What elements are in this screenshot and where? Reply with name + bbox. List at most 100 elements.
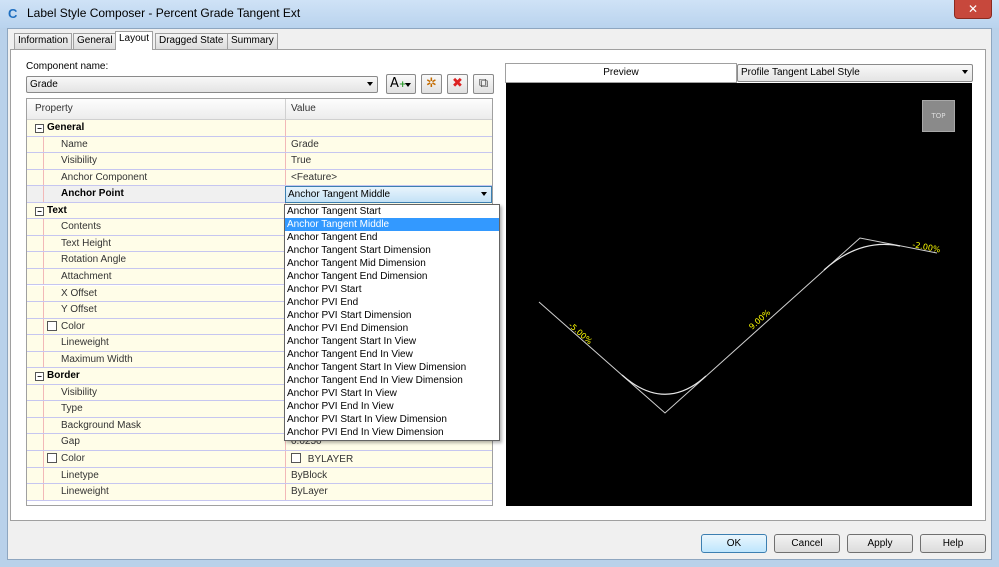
add-component-icon: A: [390, 76, 399, 91]
property-row[interactable]: Lineweight ByLayer: [27, 484, 492, 501]
chevron-down-icon: [962, 70, 968, 74]
property-name: Linetype: [61, 469, 99, 481]
anchor-point-option[interactable]: Anchor PVI Start In View: [285, 387, 499, 400]
category-label: − General: [35, 122, 84, 133]
property-value[interactable]: BYLAYER: [291, 453, 353, 465]
property-value[interactable]: ByBlock: [291, 470, 327, 481]
collapse-icon[interactable]: −: [35, 206, 44, 216]
anchor-point-option[interactable]: Anchor Tangent Middle: [285, 218, 499, 231]
property-row[interactable]: Name Grade: [27, 136, 492, 154]
anchor-point-option[interactable]: Anchor PVI End: [285, 296, 499, 309]
property-value-text: ByBlock: [291, 469, 328, 481]
chevron-down-icon: [481, 192, 487, 196]
anchor-point-option[interactable]: Anchor Tangent Start: [285, 205, 499, 218]
property-name: Visibility: [61, 155, 97, 167]
collapse-icon[interactable]: −: [35, 124, 44, 133]
preview-label: Preview: [505, 63, 737, 83]
chevron-down-icon: [367, 82, 373, 86]
property-name: Contents: [61, 221, 102, 233]
property-name: Gap: [61, 436, 80, 448]
anchor-point-option[interactable]: Anchor PVI End In View Dimension: [285, 426, 499, 439]
property-name: Lineweight: [61, 486, 109, 498]
tab-dragged-state[interactable]: Dragged State: [155, 33, 228, 49]
crest-vertical-curve: [823, 243, 901, 271]
tab-summary[interactable]: Summary: [227, 33, 278, 49]
chevron-down-icon: [405, 83, 411, 87]
view-cube-top-button[interactable]: TOP: [922, 100, 955, 132]
property-row[interactable]: Anchor Component <Feature>: [27, 169, 492, 187]
property-row[interactable]: Linetype ByBlock: [27, 467, 492, 485]
delete-icon: ✖: [452, 76, 463, 91]
add-component-button[interactable]: A+: [386, 74, 416, 94]
window-title: Label Style Composer - Percent Grade Tan…: [27, 6, 301, 20]
property-name: Rotation Angle: [61, 254, 127, 266]
property-value-text: Grade: [291, 138, 319, 150]
anchor-point-dropdown-list: Anchor Tangent Start Anchor Tangent Middl…: [284, 204, 500, 441]
tab-information[interactable]: Information: [14, 33, 73, 49]
copy-component-button[interactable]: ✲: [421, 74, 442, 94]
property-value-text: ByLayer: [291, 486, 328, 498]
anchor-point-option[interactable]: Anchor Tangent Start In View: [285, 335, 499, 348]
tangent-lines: [538, 237, 938, 414]
anchor-point-option[interactable]: Anchor Tangent Start In View Dimension: [285, 361, 499, 374]
cancel-button[interactable]: Cancel: [774, 534, 840, 553]
anchor-point-option[interactable]: Anchor Tangent Start Dimension: [285, 244, 499, 257]
color-swatch: [47, 453, 61, 465]
property-row[interactable]: Visibility True: [27, 153, 492, 170]
tab-general[interactable]: General: [73, 33, 117, 49]
property-name: Anchor Component: [61, 171, 148, 183]
grid-header: Property Value: [27, 99, 492, 120]
property-name: Background Mask: [61, 419, 142, 431]
preview-style-value: Profile Tangent Label Style: [741, 67, 860, 78]
anchor-point-option[interactable]: Anchor Tangent End: [285, 231, 499, 244]
category-row[interactable]: − General: [27, 120, 492, 137]
property-name: Lineweight: [61, 337, 109, 349]
category-label: − Border: [35, 370, 80, 382]
anchor-point-option[interactable]: Anchor Tangent Mid Dimension: [285, 257, 499, 270]
preview-style-select[interactable]: Profile Tangent Label Style: [737, 64, 973, 82]
property-name: Y Offset: [61, 304, 97, 316]
grade-label-3: -2.00%: [912, 240, 942, 254]
help-button[interactable]: Help: [920, 534, 986, 553]
anchor-point-option[interactable]: Anchor PVI End In View: [285, 400, 499, 413]
preview-canvas[interactable]: -5.00% 9.00% -2.00%: [506, 83, 972, 506]
ok-button[interactable]: OK: [701, 534, 767, 553]
delete-component-button[interactable]: ✖: [447, 74, 468, 94]
property-name: Maximum Width: [61, 353, 133, 365]
anchor-point-select[interactable]: Anchor Tangent Middle: [285, 186, 492, 203]
sag-vertical-curve: [621, 374, 707, 395]
property-column-header: Property: [35, 103, 73, 114]
anchor-point-option[interactable]: Anchor Tangent End In View Dimension: [285, 374, 499, 387]
anchor-point-option[interactable]: Anchor PVI End Dimension: [285, 322, 499, 335]
property-name: Visibility: [61, 386, 97, 398]
anchor-point-option[interactable]: Anchor PVI Start: [285, 283, 499, 296]
property-value[interactable]: <Feature>: [291, 172, 337, 183]
app-logo-icon: C: [8, 6, 18, 21]
close-button[interactable]: ✕: [954, 0, 992, 19]
anchor-point-option[interactable]: Anchor Tangent End Dimension: [285, 270, 499, 283]
anchor-point-option[interactable]: Anchor Tangent End In View: [285, 348, 499, 361]
collapse-icon[interactable]: −: [35, 372, 44, 382]
property-value[interactable]: True: [291, 155, 311, 166]
category-name: Border: [47, 370, 80, 382]
property-name: Text Height: [61, 237, 112, 249]
title-bar: C Label Style Composer - Percent Grade T…: [0, 0, 999, 28]
anchor-point-option[interactable]: Anchor PVI Start In View Dimension: [285, 413, 499, 426]
copy-component-icon: ✲: [426, 76, 437, 91]
component-order-button[interactable]: ⧉: [473, 74, 494, 94]
property-value[interactable]: Grade: [291, 139, 319, 150]
property-value[interactable]: ByLayer: [291, 486, 328, 497]
property-value-text: True: [291, 155, 312, 167]
apply-button[interactable]: Apply: [847, 534, 913, 553]
property-row[interactable]: Color BYLAYER: [27, 451, 492, 468]
property-name: Anchor Point: [61, 188, 124, 200]
property-name: Color: [61, 320, 85, 332]
component-name-value: Grade: [30, 79, 58, 90]
category-label: − Text: [35, 205, 67, 216]
component-name-label: Component name:: [26, 61, 109, 72]
property-name: X Offset: [61, 287, 97, 299]
profile-preview-drawing: -5.00% 9.00% -2.00%: [538, 237, 942, 414]
component-name-select[interactable]: Grade: [26, 76, 378, 93]
tab-layout[interactable]: Layout: [115, 31, 154, 50]
anchor-point-option[interactable]: Anchor PVI Start Dimension: [285, 309, 499, 322]
